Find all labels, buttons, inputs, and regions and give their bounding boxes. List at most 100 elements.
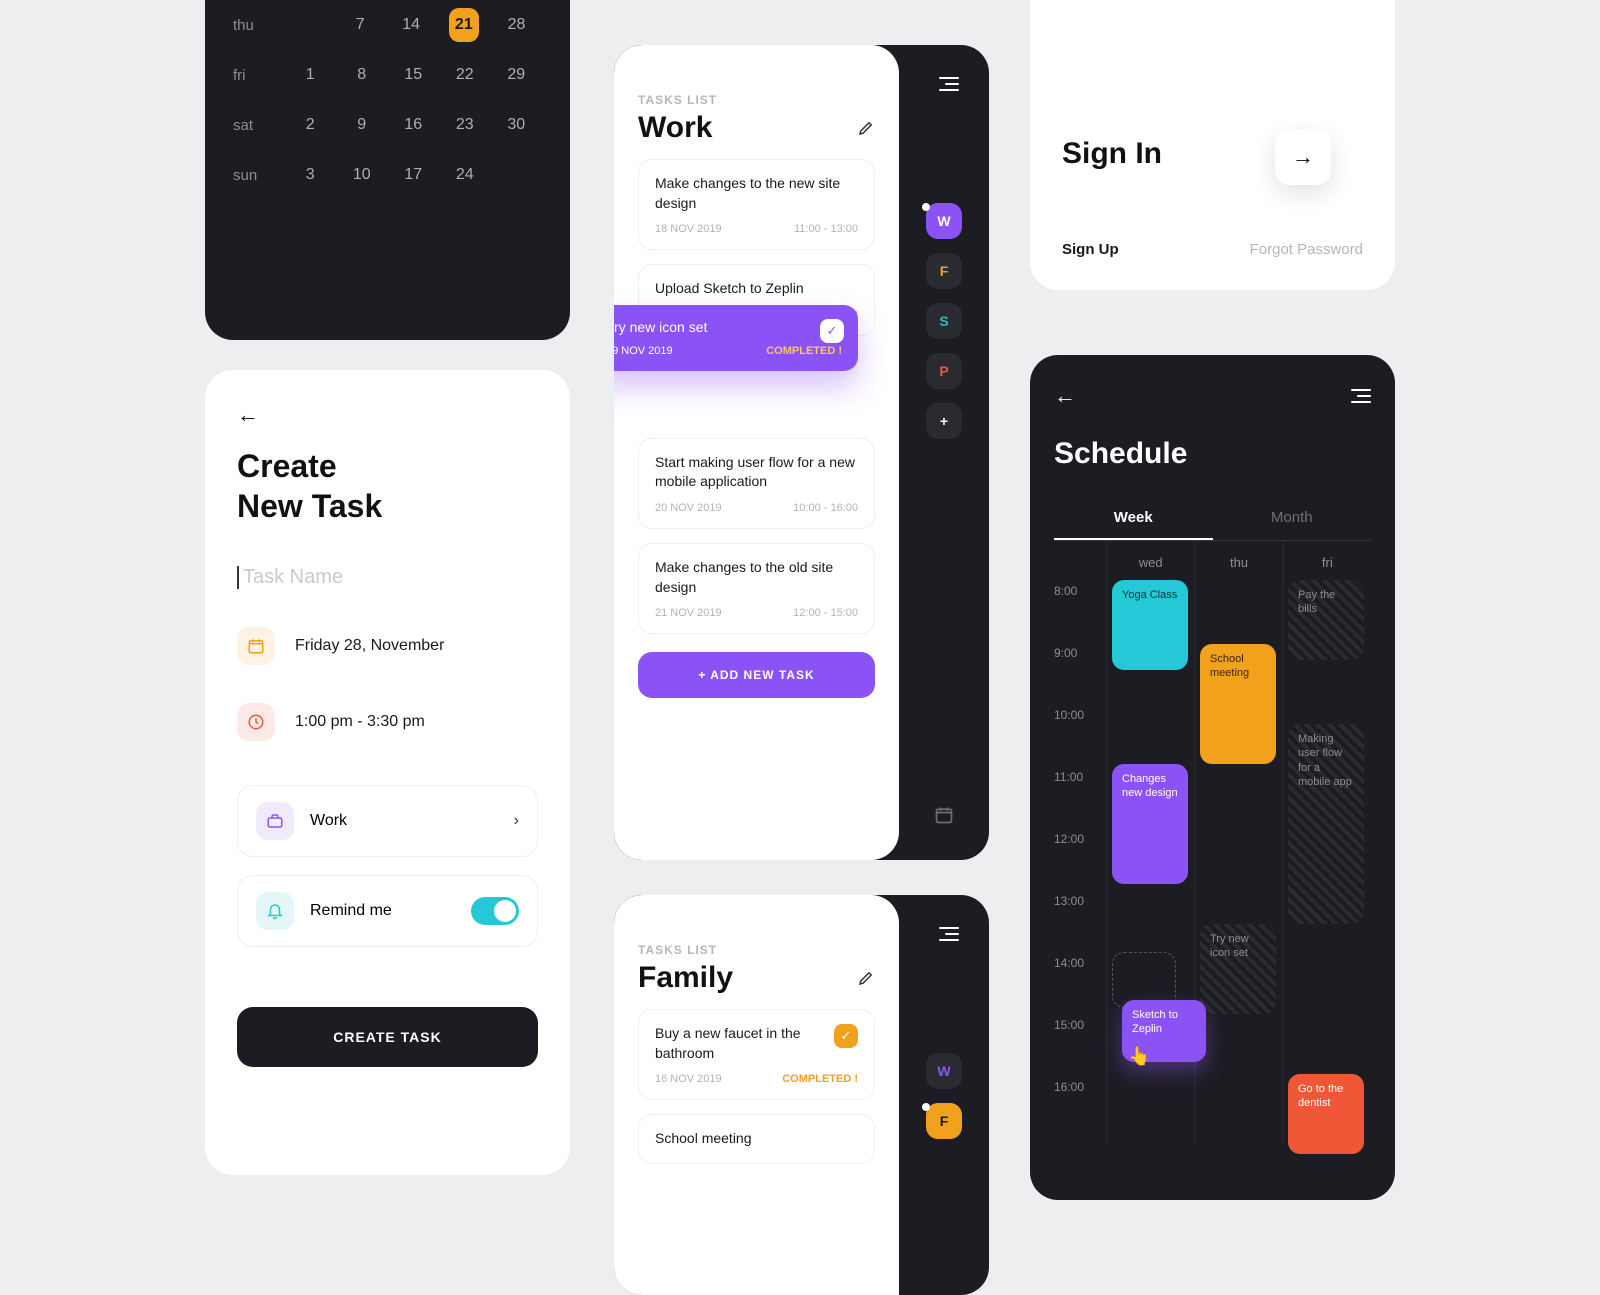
- task-item[interactable]: Buy a new faucet in the bathroom✓ 16 NOV…: [638, 1009, 875, 1100]
- add-category-button[interactable]: +: [926, 403, 962, 439]
- remind-option: Remind me: [237, 875, 538, 947]
- category-badge-work[interactable]: W: [926, 1053, 962, 1089]
- day-label: sun: [233, 167, 285, 184]
- cal-cell[interactable]: 2: [285, 116, 337, 134]
- time-row[interactable]: 1:00 pm - 3:30 pm: [237, 703, 538, 741]
- chevron-right-icon: ›: [514, 812, 519, 830]
- category-badge-family[interactable]: F: [926, 1103, 962, 1139]
- signin-arrow-button[interactable]: →: [1275, 129, 1331, 185]
- date-row[interactable]: Friday 28, November: [237, 627, 538, 665]
- cal-cell[interactable]: 29: [491, 66, 543, 84]
- task-item[interactable]: Make changes to the old site design21 NO…: [638, 543, 875, 634]
- page-title: CreateNew Task: [237, 446, 538, 526]
- check-icon: ✓: [834, 1024, 858, 1048]
- date-value: Friday 28, November: [295, 637, 444, 655]
- cal-cell[interactable]: 8: [336, 66, 388, 84]
- day-header: thu: [1194, 541, 1282, 584]
- family-tasks-card: TASKS LIST Family Buy a new faucet in th…: [614, 895, 989, 1295]
- cal-cell[interactable]: 24: [439, 166, 491, 184]
- add-task-button[interactable]: + ADD NEW TASK: [638, 652, 875, 698]
- category-badge-work[interactable]: W: [926, 203, 962, 239]
- active-dot-icon: [922, 1103, 930, 1111]
- schedule-title: Schedule: [1054, 437, 1371, 471]
- calendar-icon[interactable]: [934, 805, 954, 830]
- cal-cell[interactable]: 23: [439, 116, 491, 134]
- cal-cell[interactable]: 10: [336, 166, 388, 184]
- task-name-input[interactable]: Task Name: [237, 566, 538, 589]
- event-bills[interactable]: Pay the bills: [1288, 580, 1364, 660]
- cal-cell[interactable]: 17: [388, 166, 440, 184]
- task-item[interactable]: Make changes to the new site design18 NO…: [638, 159, 875, 250]
- calendar-card: wed6132027 thu7142128 fri18152229 sat291…: [205, 0, 570, 340]
- menu-icon[interactable]: [899, 65, 989, 103]
- briefcase-icon: [256, 802, 294, 840]
- create-task-button[interactable]: CREATE TASK: [237, 1007, 538, 1067]
- cal-cell[interactable]: 16: [388, 116, 440, 134]
- cal-cell[interactable]: 7: [335, 16, 386, 34]
- menu-icon[interactable]: [899, 915, 989, 953]
- category-badge-p[interactable]: P: [926, 353, 962, 389]
- signup-link[interactable]: Sign Up: [1062, 241, 1119, 258]
- day-header: fri: [1283, 541, 1371, 584]
- cal-cell[interactable]: 9: [336, 116, 388, 134]
- category-label: Work: [310, 812, 347, 830]
- category-option[interactable]: Work ›: [237, 785, 538, 857]
- back-arrow-icon[interactable]: ←: [1054, 383, 1076, 409]
- cal-cell[interactable]: 30: [491, 116, 543, 134]
- active-dot-icon: [922, 203, 930, 211]
- category-badge-s[interactable]: S: [926, 303, 962, 339]
- edit-icon[interactable]: [857, 961, 875, 995]
- time-label: 15:00: [1054, 1018, 1084, 1032]
- day-label: thu: [233, 17, 284, 34]
- time-label: 9:00: [1054, 646, 1077, 660]
- task-item-completed[interactable]: Try new icon set ✓ 19 NOV 2019COMPLETED …: [614, 305, 858, 371]
- cal-cell[interactable]: 15: [388, 66, 440, 84]
- time-label: 12:00: [1054, 832, 1084, 846]
- forgot-password-link[interactable]: Forgot Password: [1250, 241, 1363, 258]
- day-label: sat: [233, 117, 285, 134]
- cal-cell[interactable]: 1: [285, 66, 337, 84]
- back-arrow-icon[interactable]: ←: [237, 402, 538, 428]
- schedule-tabs: Week Month: [1054, 497, 1371, 541]
- task-item[interactable]: Start making user flow for a new mobile …: [638, 438, 875, 529]
- tab-week[interactable]: Week: [1054, 497, 1213, 540]
- time-label: 13:00: [1054, 894, 1084, 908]
- bell-icon: [256, 892, 294, 930]
- event-yoga[interactable]: Yoga Class: [1112, 580, 1188, 670]
- event-dentist[interactable]: Go to the dentist: [1288, 1074, 1364, 1154]
- work-tasks-card: TASKS LIST Work Make changes to the new …: [614, 45, 989, 860]
- remind-toggle[interactable]: [471, 897, 519, 925]
- tab-month[interactable]: Month: [1213, 497, 1372, 540]
- calendar-icon: [237, 627, 275, 665]
- event-school[interactable]: School meeting: [1200, 644, 1276, 764]
- cal-cell[interactable]: 28: [491, 16, 542, 34]
- event-try[interactable]: Try new icon set: [1200, 924, 1276, 1014]
- remind-label: Remind me: [310, 902, 392, 920]
- schedule-card: ← Schedule Week Month wed thu fri 8:00 9…: [1030, 355, 1395, 1200]
- cal-cell-selected[interactable]: 21: [449, 8, 480, 42]
- menu-icon[interactable]: [1351, 389, 1371, 403]
- event-changes[interactable]: Changes new design: [1112, 764, 1188, 884]
- category-badge-family[interactable]: F: [926, 253, 962, 289]
- list-title: Family: [638, 961, 875, 995]
- time-value: 1:00 pm - 3:30 pm: [295, 713, 425, 731]
- tasks-sidebar: W F: [899, 895, 989, 1295]
- tasks-sidebar: W F S P +: [899, 45, 989, 860]
- event-flow[interactable]: Making user flow for a mobile app: [1288, 724, 1364, 924]
- list-title: Work: [638, 111, 875, 145]
- check-icon: ✓: [820, 319, 844, 343]
- time-label: 14:00: [1054, 956, 1084, 970]
- time-label: 16:00: [1054, 1080, 1084, 1094]
- create-task-card: ← CreateNew Task Task Name Friday 28, No…: [205, 370, 570, 1175]
- signin-card: Sign In → Sign Up Forgot Password: [1030, 0, 1395, 290]
- time-label: 8:00: [1054, 584, 1077, 598]
- day-label: fri: [233, 67, 285, 84]
- cal-cell[interactable]: 22: [439, 66, 491, 84]
- time-label: 11:00: [1054, 770, 1083, 784]
- day-header: wed: [1106, 541, 1194, 584]
- cal-cell[interactable]: 3: [285, 166, 337, 184]
- edit-icon[interactable]: [857, 111, 875, 145]
- cal-cell[interactable]: 14: [386, 16, 437, 34]
- task-item[interactable]: School meeting: [638, 1114, 875, 1164]
- list-label: TASKS LIST: [638, 943, 875, 957]
